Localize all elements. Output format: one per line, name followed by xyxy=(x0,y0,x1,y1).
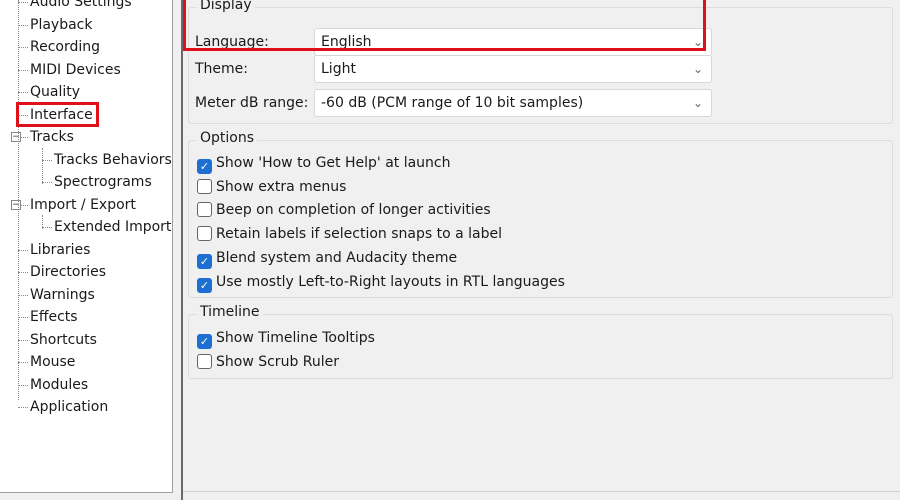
tree-connector xyxy=(18,69,28,71)
minus-box-icon[interactable]: − xyxy=(11,199,21,210)
tree-item[interactable]: Audio Settings xyxy=(30,0,132,13)
tree-item-label: Playback xyxy=(30,16,93,33)
theme-select[interactable]: Light ⌄ xyxy=(314,55,712,83)
tree-connector xyxy=(18,384,28,386)
tree-connector xyxy=(18,92,28,93)
checkbox-label: Use mostly Left-to-Right layouts in RTL … xyxy=(216,273,565,290)
tree-connector xyxy=(42,159,52,161)
checkbox-checked-icon[interactable]: ✓ xyxy=(197,253,212,269)
tree-connector xyxy=(18,47,28,48)
tree-item-label: Tracks Behaviors xyxy=(54,151,172,168)
tree-item-label: Quality xyxy=(30,84,81,100)
tree-item-label: Libraries xyxy=(30,241,91,258)
tree-connector xyxy=(18,249,28,251)
tree-item[interactable]: Import / Export xyxy=(30,194,136,216)
tree-connector xyxy=(18,407,28,408)
tree-connector xyxy=(18,317,28,318)
checkbox-option[interactable]: ✓ Use mostly Left-to-Right layouts in RTL… xyxy=(197,271,565,293)
meter-db-range-select[interactable]: -60 dB (PCM range of 10 bit samples) ⌄ xyxy=(314,89,712,117)
checkbox-checked-icon[interactable]: ✓ xyxy=(197,159,212,174)
tree-item[interactable]: Tracks Behaviors xyxy=(54,149,172,171)
tree-connector xyxy=(18,24,28,26)
tree-connector xyxy=(18,294,28,296)
checkbox-label: Show Timeline Tooltips xyxy=(216,330,375,346)
tree-item[interactable]: MIDI Devices xyxy=(30,59,121,81)
tree-item[interactable]: Shortcuts xyxy=(30,329,97,351)
tree-item-label: Tracks xyxy=(30,129,74,145)
tree-item[interactable]: Spectrograms xyxy=(54,171,152,193)
checkbox-option[interactable]: ✓ Show Timeline Tooltips xyxy=(197,327,375,349)
checkbox-option[interactable]: ✓ Blend system and Audacity theme xyxy=(197,247,457,269)
checkbox-label: Show extra menus xyxy=(216,178,347,195)
minus-box-icon[interactable]: − xyxy=(11,132,21,142)
tree-item[interactable]: Directories xyxy=(30,261,106,283)
tree-connector xyxy=(42,148,43,184)
tree-item[interactable]: Warnings xyxy=(30,284,95,306)
checkbox-unchecked-icon[interactable] xyxy=(197,353,212,369)
tree-item[interactable]: Tracks xyxy=(30,126,74,148)
checkbox-unchecked-icon[interactable] xyxy=(197,226,212,242)
meter-row: Meter dB range: xyxy=(195,88,308,118)
tree-item[interactable]: Extended Import xyxy=(54,216,171,238)
tree-item[interactable]: Libraries xyxy=(30,239,90,261)
display-highlight-box xyxy=(183,0,706,51)
tree-item[interactable]: Recording xyxy=(30,36,100,58)
tree-connector xyxy=(42,227,52,228)
tree-connector xyxy=(18,2,28,3)
checkbox-label: Show Scrub Ruler xyxy=(216,353,340,370)
tree-item-label: Extended Import xyxy=(54,219,172,235)
meter-value: -60 dB (PCM range of 10 bit samples) xyxy=(321,95,584,111)
checkbox-option[interactable]: ✓ Show 'How to Get Help' at launch xyxy=(197,152,451,174)
checkbox-unchecked-icon[interactable] xyxy=(197,202,212,218)
tree-item[interactable]: Modules xyxy=(30,374,88,396)
timeline-group: Timeline ✓ Show Timeline Tooltips Show Scr… xyxy=(188,304,893,379)
tree-item-label: Effects xyxy=(30,309,78,325)
checkbox-option[interactable]: Show extra menus xyxy=(197,176,346,198)
tree-item-label: Directories xyxy=(30,264,107,280)
options-group-title: Options xyxy=(197,130,258,146)
interface-preferences-panel: Display Language: English ⌄ Theme: Light… xyxy=(183,0,900,492)
tree-item-label: Import / Export xyxy=(30,196,136,213)
chevron-down-icon: ⌄ xyxy=(692,62,703,76)
theme-value: Light xyxy=(321,61,356,77)
theme-label: Theme: xyxy=(195,61,249,77)
chevron-down-icon: ⌄ xyxy=(692,96,703,110)
checkbox-option[interactable]: Beep on completion of longer activities xyxy=(197,199,491,221)
tree-item-label: Shortcuts xyxy=(30,331,97,348)
tree-item[interactable]: Quality xyxy=(30,81,80,103)
checkbox-option[interactable]: Retain labels if selection snaps to a la… xyxy=(197,223,502,245)
checkbox-label: Beep on completion of longer activities xyxy=(216,202,491,219)
options-group: Options ✓ Show 'How to Get Help' at launc… xyxy=(188,130,893,298)
checkbox-unchecked-icon[interactable] xyxy=(197,178,212,194)
preferences-tree[interactable]: Audio Settings Playback Recording MIDI Devi… xyxy=(0,0,173,493)
checkbox-label: Retain labels if selection snaps to a la… xyxy=(216,226,503,243)
tree-item[interactable]: Mouse xyxy=(30,351,75,373)
timeline-group-title: Timeline xyxy=(197,304,263,320)
checkbox-label: Blend system and Audacity theme xyxy=(216,249,458,266)
tree-connector xyxy=(42,182,52,183)
theme-row: Theme: xyxy=(195,54,248,84)
interface-highlight-box xyxy=(16,102,99,127)
meter-label: Meter dB range: xyxy=(195,95,309,111)
tree-connector xyxy=(18,272,28,273)
checkbox-label: Show 'How to Get Help' at launch xyxy=(216,155,451,171)
tree-item-label: MIDI Devices xyxy=(30,61,121,78)
tree-connector xyxy=(18,0,19,400)
checkbox-checked-icon[interactable]: ✓ xyxy=(197,334,212,349)
tree-item[interactable]: Effects xyxy=(30,306,78,328)
tree-connector xyxy=(18,339,28,341)
tree-item-label: Spectrograms xyxy=(54,174,152,190)
tree-item-label: Modules xyxy=(30,376,89,393)
tree-connector xyxy=(18,362,28,363)
tree-item-label: Warnings xyxy=(30,286,95,303)
checkbox-checked-icon[interactable]: ✓ xyxy=(197,277,212,293)
tree-item[interactable]: Playback xyxy=(30,14,92,36)
tree-item-label: Recording xyxy=(30,39,101,55)
checkbox-option[interactable]: Show Scrub Ruler xyxy=(197,351,339,373)
tree-item-label: Mouse xyxy=(30,354,76,370)
tree-item[interactable]: Application xyxy=(30,396,108,418)
tree-item-label: Audio Settings xyxy=(30,0,132,10)
tree-connector xyxy=(42,215,43,229)
tree-item-label: Application xyxy=(30,399,109,415)
